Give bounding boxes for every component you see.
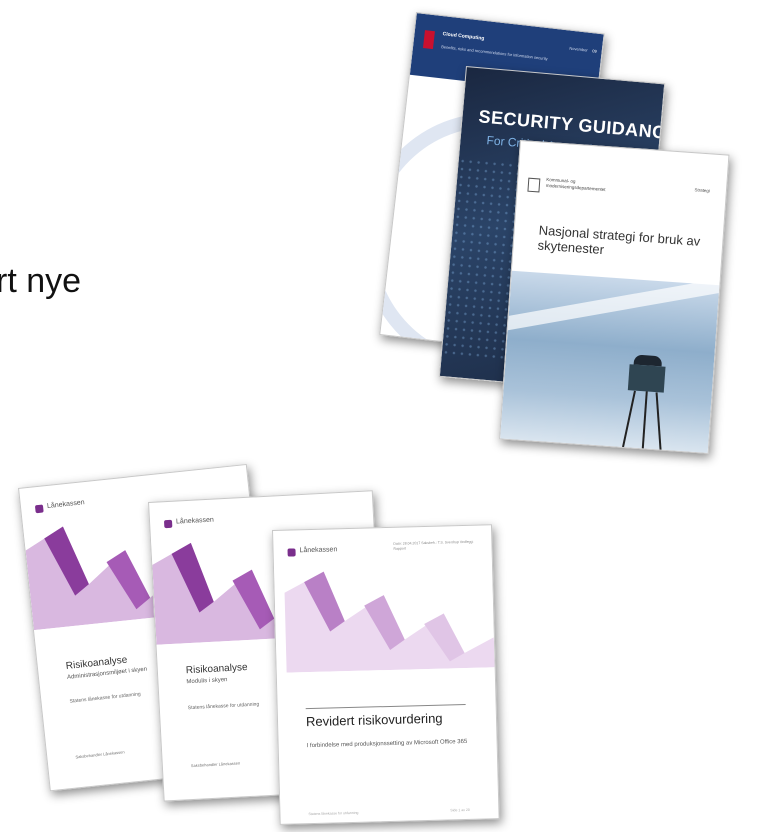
report-brand: Lånekassen bbox=[46, 499, 86, 511]
report-title: Revidert risikovurdering bbox=[305, 710, 443, 730]
report-organization: Statens lånekasse for utdanning bbox=[69, 691, 142, 705]
government-crest-icon bbox=[527, 177, 541, 193]
report-footer-left: Statens lånekasse for utdanning bbox=[308, 810, 359, 817]
report-brand: Lånekassen bbox=[175, 516, 214, 526]
report-brand: Lånekassen bbox=[299, 546, 338, 555]
lanekassen-logo-icon bbox=[163, 519, 173, 529]
lanekassen-logo-icon bbox=[287, 548, 296, 557]
lighthouse-body bbox=[627, 364, 666, 393]
slide-text-fragment: rt nye bbox=[0, 262, 82, 300]
report-title: Risikoanalyse bbox=[185, 662, 248, 677]
cover-tag: Strategi bbox=[694, 187, 711, 194]
lanekassen-logo-icon bbox=[34, 504, 44, 514]
national-strategy-cover: Kommunal- og moderniseringsdepartementet… bbox=[499, 140, 730, 454]
cover-page-number: 09 bbox=[592, 48, 598, 54]
cover-organization: Kommunal- og moderniseringsdepartementet bbox=[546, 177, 606, 193]
purple-staircase-graphic bbox=[273, 557, 495, 673]
cover-title: Nasjonal strategi for bruk av skyteneste… bbox=[537, 222, 701, 258]
title-divider bbox=[305, 703, 466, 710]
report-footer: Saksbehandler Lånekassen bbox=[190, 760, 241, 769]
report-footer-right: Side 1 av 20 bbox=[450, 807, 470, 813]
report-organization: Statens lånekasse for utdanning bbox=[187, 701, 260, 712]
revised-risk-assessment-report: Lånekassen Dato: 28.04.2017 Saksbeh.: T.… bbox=[272, 524, 500, 825]
enisa-logo-icon bbox=[422, 30, 435, 50]
report-subtitle: Modulis i skyen bbox=[186, 677, 228, 686]
report-description: I forbindelse med produksjonssetting av … bbox=[306, 738, 468, 750]
report-footer: Saksbehandler Lånekassen bbox=[75, 749, 125, 760]
report-metadata: Dato: 28.04.2017 Saksbeh.: T.S. Sverdrup… bbox=[393, 539, 474, 551]
